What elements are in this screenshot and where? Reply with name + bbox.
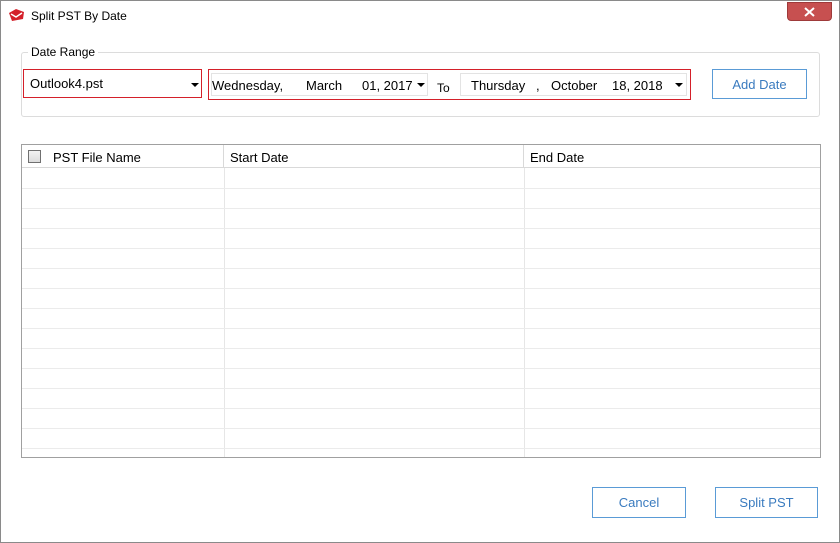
table-row — [22, 189, 820, 209]
column-label: PST File Name — [53, 150, 141, 165]
pst-file-value: Outlook4.pst — [30, 76, 103, 91]
chevron-down-icon[interactable] — [417, 83, 425, 87]
date-range-label: Date Range — [28, 45, 99, 59]
end-date-picker[interactable]: Thursday , October 18, 2018 — [460, 73, 687, 96]
start-weekday[interactable]: Wednesday, — [212, 78, 283, 93]
column-pst-file-name[interactable]: PST File Name — [22, 145, 224, 168]
chevron-down-icon[interactable] — [191, 83, 199, 87]
column-label: End Date — [530, 150, 585, 165]
table-row — [22, 329, 820, 349]
table-row — [22, 409, 820, 429]
table-row — [22, 389, 820, 409]
window-title: Split PST By Date — [31, 9, 127, 23]
table-row — [22, 349, 820, 369]
close-icon — [804, 6, 815, 17]
table-row — [22, 429, 820, 449]
table-row — [22, 269, 820, 289]
table-row — [22, 229, 820, 249]
column-end-date[interactable]: End Date — [524, 145, 820, 168]
table-row — [22, 289, 820, 309]
split-pst-button[interactable]: Split PST — [715, 487, 818, 518]
start-day-year[interactable]: 01, 2017 — [362, 78, 413, 93]
start-date-picker[interactable]: Wednesday, March 01, 2017 — [211, 73, 428, 96]
start-month[interactable]: March — [306, 78, 342, 93]
close-button[interactable] — [787, 2, 832, 21]
select-all-checkbox[interactable] — [28, 150, 41, 163]
column-start-date[interactable]: Start Date — [224, 145, 524, 168]
end-month[interactable]: October — [551, 78, 597, 93]
table-row — [22, 249, 820, 269]
pst-split-table: PST File Name Start Date End Date — [21, 144, 821, 458]
end-day-year[interactable]: 18, 2018 — [612, 78, 663, 93]
cancel-button[interactable]: Cancel — [592, 487, 686, 518]
column-label: Start Date — [230, 150, 289, 165]
split-pst-by-date-window: Split PST By Date Date Range Outlook4.ps… — [0, 0, 840, 543]
add-date-button[interactable]: Add Date — [712, 69, 807, 99]
table-row — [22, 169, 820, 189]
red-envelope-icon — [9, 9, 24, 21]
to-label: To — [437, 81, 450, 95]
end-weekday[interactable]: Thursday — [471, 78, 525, 93]
table-row — [22, 369, 820, 389]
pst-file-dropdown[interactable]: Outlook4.pst — [23, 69, 202, 98]
table-row — [22, 309, 820, 329]
chevron-down-icon[interactable] — [675, 83, 683, 87]
table-header: PST File Name Start Date End Date — [22, 145, 820, 168]
title-bar: Split PST By Date — [1, 1, 839, 31]
date-range-picker: Wednesday, March 01, 2017 To Thursday , … — [208, 69, 691, 100]
end-separator: , — [536, 78, 540, 93]
table-row — [22, 209, 820, 229]
